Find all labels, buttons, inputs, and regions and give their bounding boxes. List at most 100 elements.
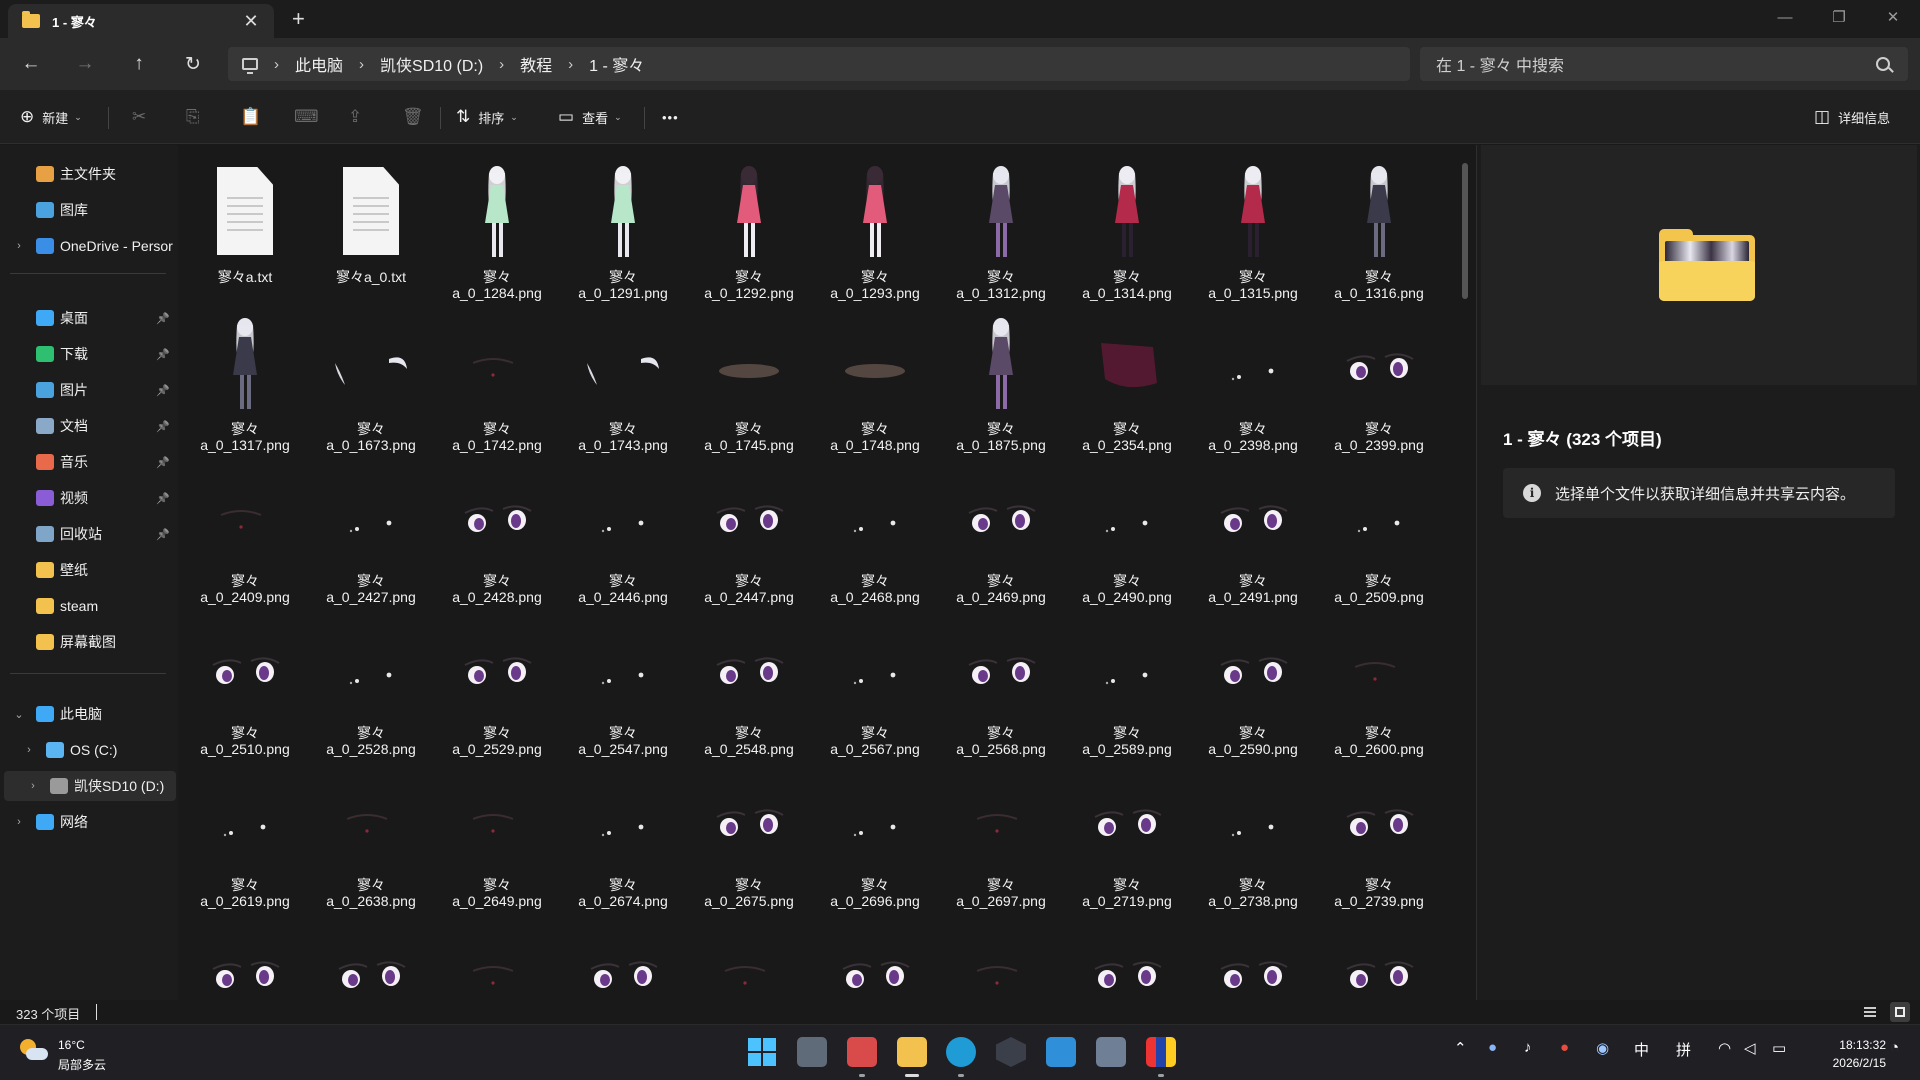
file-tile[interactable]: 寥々 a_0_1292.png: [686, 155, 812, 303]
copy-button[interactable]: ⎘: [178, 99, 208, 135]
tray-app-icon[interactable]: ●: [1560, 1039, 1569, 1056]
delete-button[interactable]: 🗑: [394, 99, 432, 135]
sidebar-item-pinned[interactable]: 屏幕截图: [0, 627, 176, 657]
refresh-button[interactable]: ↻: [178, 50, 208, 78]
file-tile[interactable]: 寥々 a_0_1291.png: [560, 155, 686, 303]
file-tile[interactable]: 寥々 a_0_2696.png: [812, 763, 938, 911]
steam-icon[interactable]: ◉: [1596, 1039, 1609, 1057]
file-tile[interactable]: 寥々 a_0_2547.png: [560, 611, 686, 759]
file-tile[interactable]: 寥々 a_0_1293.png: [812, 155, 938, 303]
breadcrumb-this-pc[interactable]: 此电脑: [295, 52, 343, 76]
weather-description[interactable]: 局部多云: [58, 1056, 106, 1073]
file-tile[interactable]: 寥々 a_0_2568.png: [938, 611, 1064, 759]
app-icon[interactable]: [1146, 1037, 1176, 1067]
details-view-button[interactable]: [1860, 1002, 1880, 1022]
wifi-icon[interactable]: ◠: [1718, 1039, 1731, 1057]
show-hidden-icons-chevron[interactable]: ⌃: [1454, 1039, 1467, 1057]
chevron-icon[interactable]: ›: [12, 240, 26, 252]
file-tile[interactable]: 寥々 a_0_1748.png: [812, 307, 938, 455]
details-pane-button[interactable]: ◫ 详细信息: [1806, 99, 1898, 135]
up-button[interactable]: ↑: [124, 50, 154, 78]
sidebar-item-pinned[interactable]: 文档 📌: [0, 411, 176, 441]
file-tile[interactable]: 寥々 a_0_1673.png: [308, 307, 434, 455]
restore-button[interactable]: ❐: [1812, 0, 1866, 34]
file-tile[interactable]: 寥々 a_0_2468.png: [812, 459, 938, 607]
file-tile[interactable]: 寥々 a_0_1315.png: [1190, 155, 1316, 303]
search-input[interactable]: 在 1 - 寥々 中搜索: [1420, 47, 1908, 81]
sidebar-item-pinned[interactable]: 下载 📌: [0, 339, 176, 369]
file-tile[interactable]: 寥々 a_0_2529.png: [434, 611, 560, 759]
file-tile[interactable]: 寥々 a_0_1875.png: [938, 307, 1064, 455]
address-bar[interactable]: › 此电脑 › 凯侠SD10 (D:) › 教程 › 1 - 寥々: [228, 47, 1410, 81]
chevron-icon[interactable]: ›: [22, 744, 36, 756]
file-tile[interactable]: 寥々 a_0_2567.png: [812, 611, 938, 759]
file-tile[interactable]: [1190, 915, 1316, 1000]
file-tile[interactable]: [308, 915, 434, 1000]
file-tile[interactable]: 寥々 a_0_2409.png: [182, 459, 308, 607]
file-tile[interactable]: 寥々 a_0_2674.png: [560, 763, 686, 911]
file-tile[interactable]: 寥々 a_0_2447.png: [686, 459, 812, 607]
file-tile[interactable]: 寥々 a_0_1284.png: [434, 155, 560, 303]
file-explorer-icon[interactable]: [897, 1037, 927, 1067]
clock-date[interactable]: 2026/2/15: [1818, 1056, 1886, 1070]
cut-button[interactable]: ✂: [124, 99, 154, 135]
file-tile[interactable]: 寥々 a_0_2509.png: [1316, 459, 1442, 607]
battery-icon[interactable]: ▭: [1772, 1039, 1786, 1057]
file-tile[interactable]: 寥々 a_0_1314.png: [1064, 155, 1190, 303]
file-tile[interactable]: 寥々 a_0_1317.png: [182, 307, 308, 455]
sidebar-item-pinned[interactable]: 桌面 📌: [0, 303, 176, 333]
sidebar-item-pinned[interactable]: 回收站 📌: [0, 519, 176, 549]
file-tile[interactable]: 寥々a_0.txt: [308, 155, 434, 303]
file-tile[interactable]: 寥々 a_0_2619.png: [182, 763, 308, 911]
breadcrumb-drive-d[interactable]: 凯侠SD10 (D:): [380, 52, 483, 76]
file-tile[interactable]: [812, 915, 938, 1000]
app-icon[interactable]: [1096, 1037, 1126, 1067]
app-icon[interactable]: [996, 1037, 1026, 1067]
file-tile[interactable]: 寥々 a_0_2398.png: [1190, 307, 1316, 455]
paste-button[interactable]: 📋: [232, 99, 269, 135]
search-icon[interactable]: [1876, 57, 1890, 71]
file-tile[interactable]: 寥々 a_0_2528.png: [308, 611, 434, 759]
sidebar-item-this-pc[interactable]: ⌄ 此电脑: [0, 699, 176, 729]
sidebar-item-gallery[interactable]: 图库: [0, 195, 176, 225]
edge-browser-icon[interactable]: [946, 1037, 976, 1067]
file-tile[interactable]: 寥々 a_0_2719.png: [1064, 763, 1190, 911]
file-tile[interactable]: 寥々 a_0_1742.png: [434, 307, 560, 455]
file-tile[interactable]: [1316, 915, 1442, 1000]
file-tile[interactable]: 寥々 a_0_2739.png: [1316, 763, 1442, 911]
file-tile[interactable]: 寥々 a_0_2491.png: [1190, 459, 1316, 607]
file-tile[interactable]: 寥々 a_0_2428.png: [434, 459, 560, 607]
tiktok-icon[interactable]: ♪: [1524, 1039, 1532, 1056]
start-button[interactable]: [747, 1037, 777, 1067]
file-tile[interactable]: 寥々 a_0_2469.png: [938, 459, 1064, 607]
file-tile[interactable]: 寥々 a_0_2600.png: [1316, 611, 1442, 759]
chevron-icon[interactable]: ⌄: [12, 708, 26, 721]
file-tile[interactable]: 寥々 a_0_2697.png: [938, 763, 1064, 911]
app-icon[interactable]: [847, 1037, 877, 1067]
file-tile[interactable]: [560, 915, 686, 1000]
app-icon[interactable]: [1046, 1037, 1076, 1067]
file-tile[interactable]: 寥々 a_0_1316.png: [1316, 155, 1442, 303]
volume-icon[interactable]: ◁: [1744, 1039, 1756, 1057]
breadcrumb-tutorial[interactable]: 教程: [520, 52, 552, 76]
sidebar-item-onedrive[interactable]: › OneDrive - Persor: [0, 231, 176, 261]
file-tile[interactable]: [686, 915, 812, 1000]
file-tile[interactable]: 寥々a.txt: [182, 155, 308, 303]
sidebar-item-pinned[interactable]: 视频 📌: [0, 483, 176, 513]
sidebar-item-pinned[interactable]: 图片 📌: [0, 375, 176, 405]
file-tile[interactable]: 寥々 a_0_2490.png: [1064, 459, 1190, 607]
forward-button[interactable]: →: [70, 50, 100, 78]
file-tile[interactable]: 寥々 a_0_2427.png: [308, 459, 434, 607]
file-tile[interactable]: 寥々 a_0_2590.png: [1190, 611, 1316, 759]
file-tile[interactable]: 寥々 a_0_1312.png: [938, 155, 1064, 303]
file-tile[interactable]: 寥々 a_0_2589.png: [1064, 611, 1190, 759]
file-tile[interactable]: 寥々 a_0_2675.png: [686, 763, 812, 911]
calculator-app-icon[interactable]: [797, 1037, 827, 1067]
tab-current-folder[interactable]: 1 - 寥々 ✕: [8, 4, 274, 38]
file-tile[interactable]: [938, 915, 1064, 1000]
vertical-scrollbar[interactable]: [1462, 163, 1468, 299]
new-button[interactable]: ⊕ 新建 ⌄: [12, 99, 90, 135]
tray-app-icon[interactable]: ●: [1488, 1039, 1497, 1056]
large-icons-view-button[interactable]: [1890, 1002, 1910, 1022]
file-tile[interactable]: 寥々 a_0_2649.png: [434, 763, 560, 911]
